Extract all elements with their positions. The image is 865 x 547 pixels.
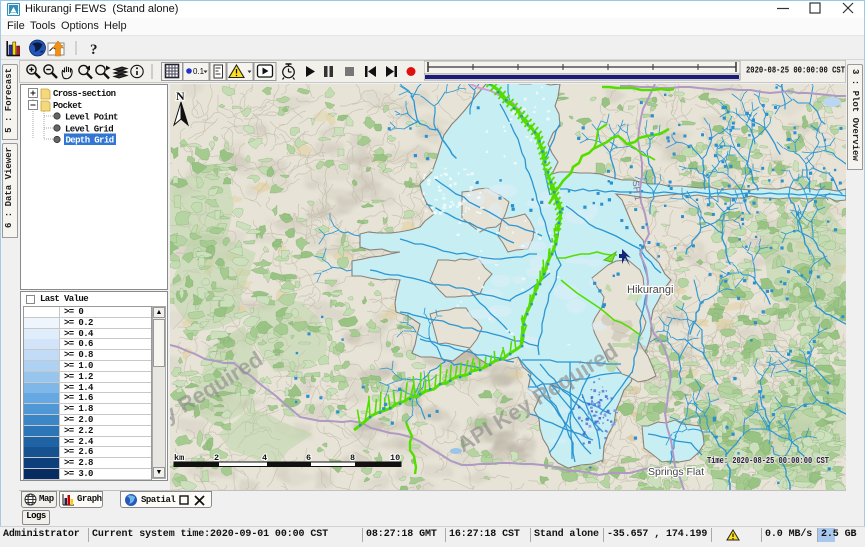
svg-text:Time: 2020-08-25 00:00:00 CST: Time: 2020-08-25 00:00:00 CST xyxy=(707,455,829,466)
svg-text:2020-08-25 00:00:00 CST: 2020-08-25 00:00:00 CST xyxy=(746,65,845,76)
svg-text:Depth Grid: Depth Grid xyxy=(66,136,114,146)
svg-text:Level Grid: Level Grid xyxy=(65,125,113,135)
svg-text:N: N xyxy=(176,89,185,103)
svg-text:Springs Flat: Springs Flat xyxy=(648,466,704,478)
svg-text:Cross-section: Cross-section xyxy=(53,89,116,99)
svg-text:Pocket: Pocket xyxy=(53,101,82,111)
svg-text:?: ? xyxy=(90,42,98,57)
svg-text:Level Point: Level Point xyxy=(65,113,118,123)
svg-text:Hikurangi: Hikurangi xyxy=(627,284,673,296)
svg-text:0.1: 0.1 xyxy=(193,67,205,76)
